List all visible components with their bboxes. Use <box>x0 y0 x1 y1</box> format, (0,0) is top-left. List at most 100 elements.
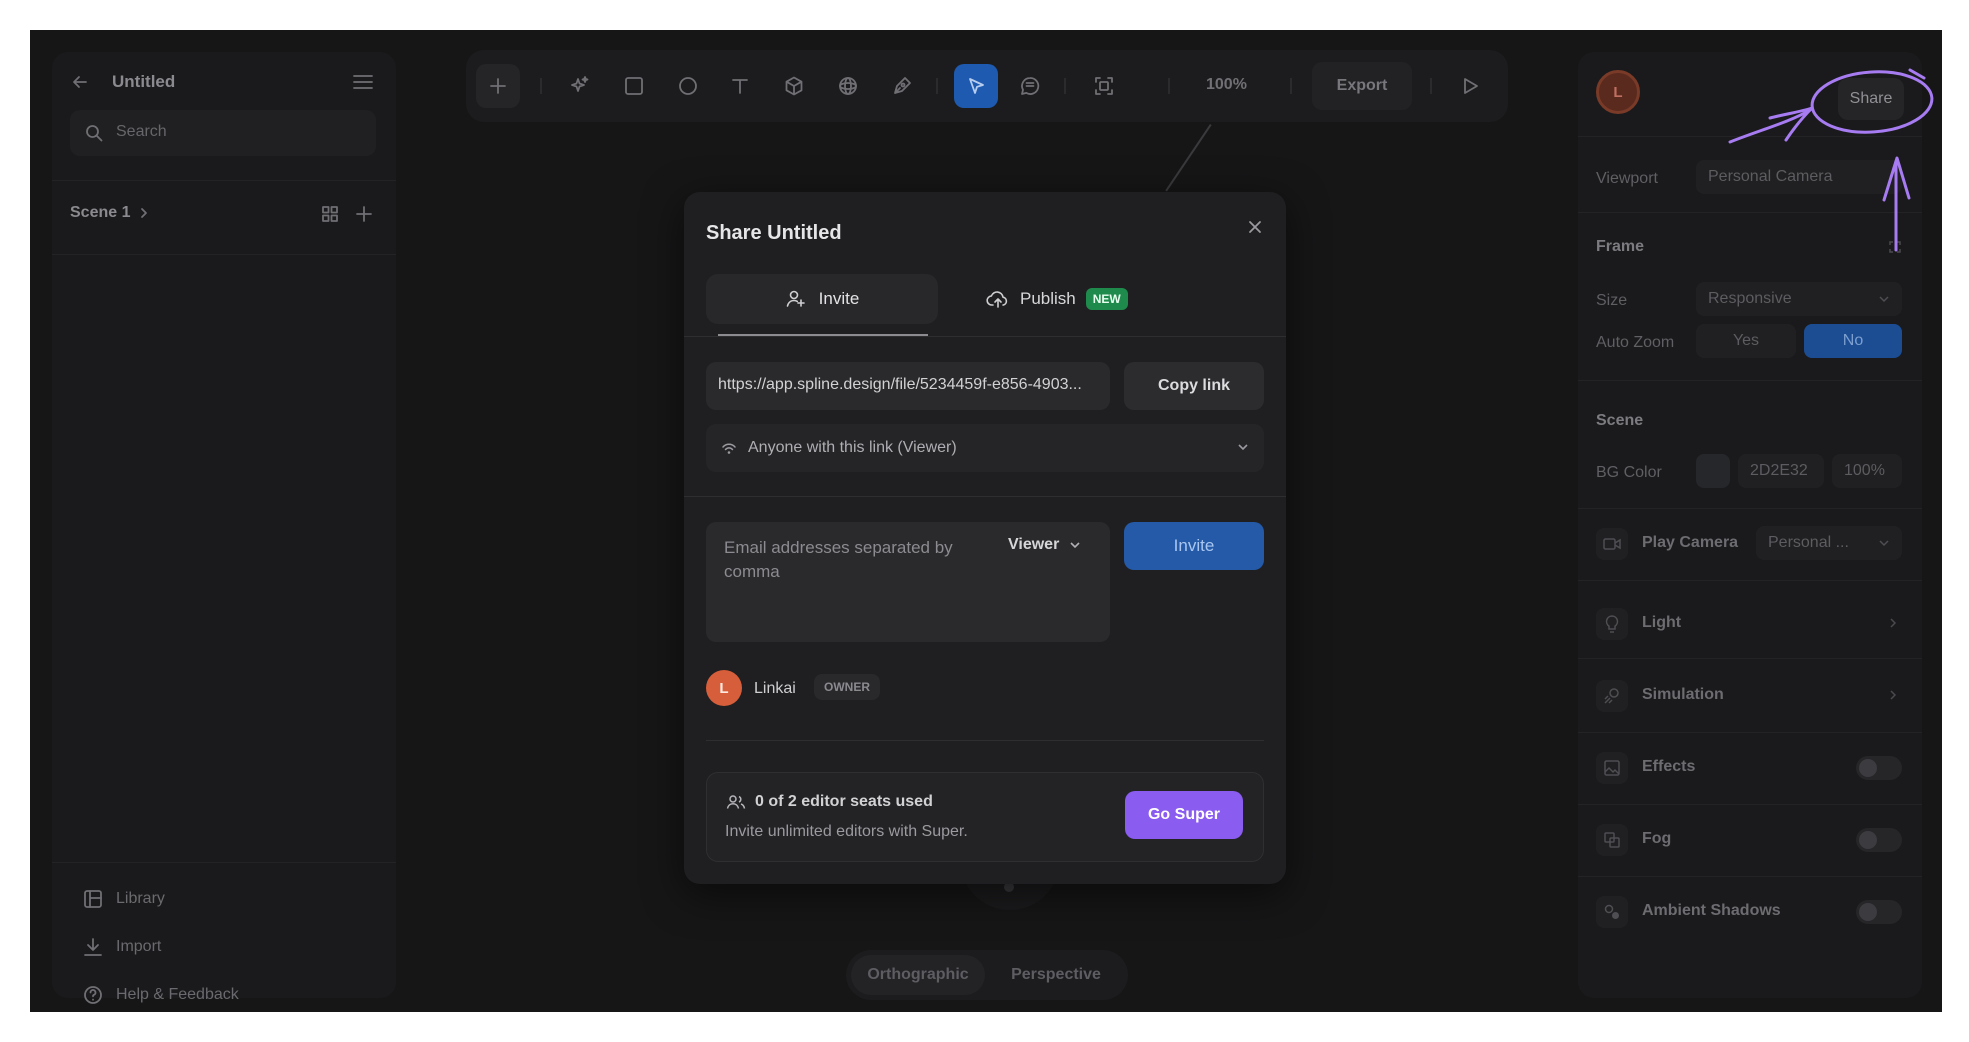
tab-publish[interactable]: Publish NEW <box>986 274 1186 324</box>
broadcast-icon <box>720 440 738 456</box>
size-select[interactable]: Responsive <box>1696 282 1902 316</box>
users-icon <box>725 793 747 811</box>
copy-link-button[interactable]: Copy link <box>1124 362 1264 410</box>
play-camera-value: Personal ... <box>1768 534 1849 551</box>
add-scene-icon[interactable] <box>354 204 374 224</box>
toolbar-separator <box>1064 78 1066 94</box>
effects-row <box>1596 752 1628 784</box>
fog-toggle[interactable] <box>1856 828 1902 852</box>
simulation-label[interactable]: Simulation <box>1642 686 1724 704</box>
select-tool-button[interactable] <box>954 64 998 108</box>
owner-name: Linkai <box>754 680 796 697</box>
toolbar-separator <box>936 78 938 94</box>
share-dialog: Share Untitled Invite Publish NEW https:… <box>684 192 1286 884</box>
scene-section-title: Scene <box>1596 412 1644 429</box>
cube-tool-button[interactable] <box>772 64 816 108</box>
import-icon <box>82 936 104 958</box>
bgcolor-hex-input[interactable]: 2D2E32 <box>1738 454 1824 488</box>
grid-view-icon[interactable] <box>320 204 340 224</box>
zoom-level[interactable]: 100% <box>1206 76 1247 94</box>
chevron-down-icon <box>1236 442 1250 452</box>
invite-button[interactable]: Invite <box>1124 522 1264 570</box>
divider <box>52 254 396 255</box>
search-input[interactable]: Search <box>70 110 376 156</box>
import-link[interactable]: Import <box>116 938 161 956</box>
play-camera-icon-wrap <box>1596 528 1628 560</box>
help-feedback-link[interactable]: Help & Feedback <box>116 986 239 1004</box>
plus-icon <box>487 75 509 97</box>
ambient-shadows-toggle[interactable] <box>1856 900 1902 924</box>
bgcolor-label: BG Color <box>1596 464 1662 481</box>
tab-publish-label: Publish <box>1020 289 1076 308</box>
sphere-icon <box>837 75 859 97</box>
rectangle-tool-button[interactable] <box>612 64 656 108</box>
bgcolor-opacity-input[interactable]: 100% <box>1832 454 1902 488</box>
scene-selector[interactable]: Scene 1 <box>70 204 130 222</box>
bgcolor-swatch[interactable] <box>1696 454 1730 488</box>
export-button[interactable]: Export <box>1312 62 1412 110</box>
help-icon <box>82 984 104 1006</box>
left-panel: Untitled Search Scene 1 Library Import H… <box>52 52 396 1004</box>
tab-invite[interactable]: Invite <box>706 274 938 324</box>
library-link[interactable]: Library <box>116 890 165 908</box>
autozoom-no-button[interactable]: No <box>1804 324 1902 358</box>
chevron-right-icon[interactable] <box>1888 688 1898 702</box>
seats-upsell-text: Invite unlimited editors with Super. <box>725 823 968 840</box>
simulation-row <box>1596 680 1628 712</box>
email-input[interactable]: Email addresses separated by comma Viewe… <box>706 522 1110 642</box>
comment-tool-button[interactable] <box>1008 64 1052 108</box>
owner-avatar-initial: L <box>719 679 729 697</box>
light-label[interactable]: Light <box>1642 614 1681 632</box>
text-icon <box>729 75 751 97</box>
cursor-icon <box>965 75 987 97</box>
menu-icon[interactable] <box>352 72 374 92</box>
avatar: L <box>706 670 742 706</box>
play-camera-select[interactable]: Personal ... <box>1756 526 1902 560</box>
back-arrow-icon[interactable] <box>70 72 90 92</box>
seats-used-text: 0 of 2 editor seats used <box>755 793 933 810</box>
play-button[interactable] <box>1448 64 1492 108</box>
comment-icon <box>1019 75 1041 97</box>
chevron-down-icon <box>1069 540 1081 550</box>
share-link-field[interactable]: https://app.spline.design/file/5234459f-… <box>706 362 1110 410</box>
ai-tool-button[interactable] <box>558 64 602 108</box>
user-avatar[interactable]: L <box>1596 70 1640 114</box>
cube-icon <box>783 75 805 97</box>
app-window: Orthographic Perspective Untitled Search… <box>30 30 1942 1012</box>
add-object-button[interactable] <box>476 64 520 108</box>
chevron-right-icon[interactable] <box>1888 616 1898 630</box>
pen-tool-button[interactable] <box>880 64 924 108</box>
divider <box>52 180 396 181</box>
viewport-label: Viewport <box>1596 170 1658 187</box>
light-row <box>1596 608 1628 640</box>
view-orthographic-button[interactable]: Orthographic <box>851 955 985 995</box>
toolbar-separator <box>1290 78 1292 94</box>
library-icon <box>82 888 104 910</box>
frame-capture-icon <box>1093 75 1115 97</box>
link-access-select[interactable]: Anyone with this link (Viewer) <box>706 424 1264 472</box>
size-label: Size <box>1596 292 1628 309</box>
ellipse-tool-button[interactable] <box>666 64 710 108</box>
text-tool-button[interactable] <box>718 64 762 108</box>
view-perspective-button[interactable]: Perspective <box>989 955 1123 995</box>
autozoom-yes-button[interactable]: Yes <box>1696 324 1796 358</box>
fog-icon <box>1603 831 1621 849</box>
sphere-tool-button[interactable] <box>826 64 870 108</box>
lightbulb-icon <box>1603 614 1621 634</box>
divider <box>1578 732 1922 733</box>
top-toolbar: 100% Export <box>466 50 1508 122</box>
size-value: Responsive <box>1708 290 1792 307</box>
link-access-label: Anyone with this link (Viewer) <box>748 439 957 456</box>
email-placeholder: Email addresses separated by comma <box>724 538 953 581</box>
chevron-down-icon <box>1878 294 1890 304</box>
go-super-button[interactable]: Go Super <box>1125 791 1243 839</box>
ambient-shadows-row <box>1596 896 1628 928</box>
effects-toggle[interactable] <box>1856 756 1902 780</box>
toolbar-separator <box>540 78 542 94</box>
chevron-right-icon <box>138 206 150 220</box>
screenshot-tool-button[interactable] <box>1082 64 1126 108</box>
circle-icon <box>677 75 699 97</box>
role-select[interactable]: Viewer <box>1008 536 1081 554</box>
file-title[interactable]: Untitled <box>112 72 175 92</box>
close-button[interactable] <box>1240 212 1270 242</box>
